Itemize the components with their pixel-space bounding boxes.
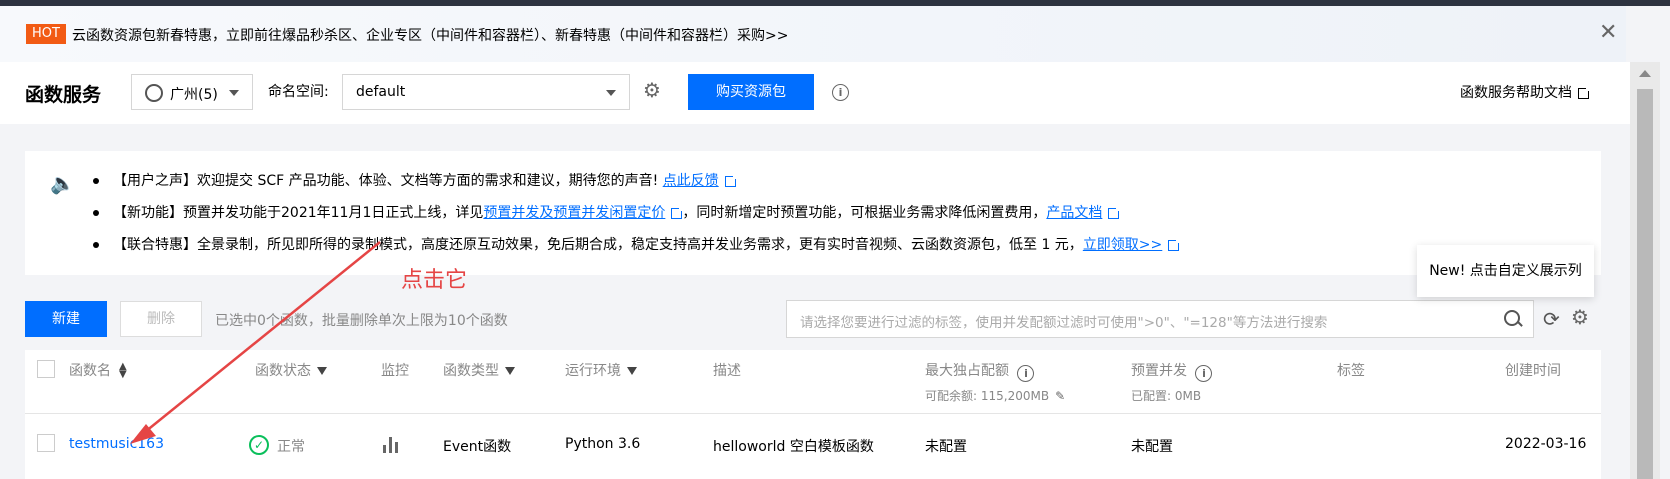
annotation-arrow — [130, 241, 381, 444]
